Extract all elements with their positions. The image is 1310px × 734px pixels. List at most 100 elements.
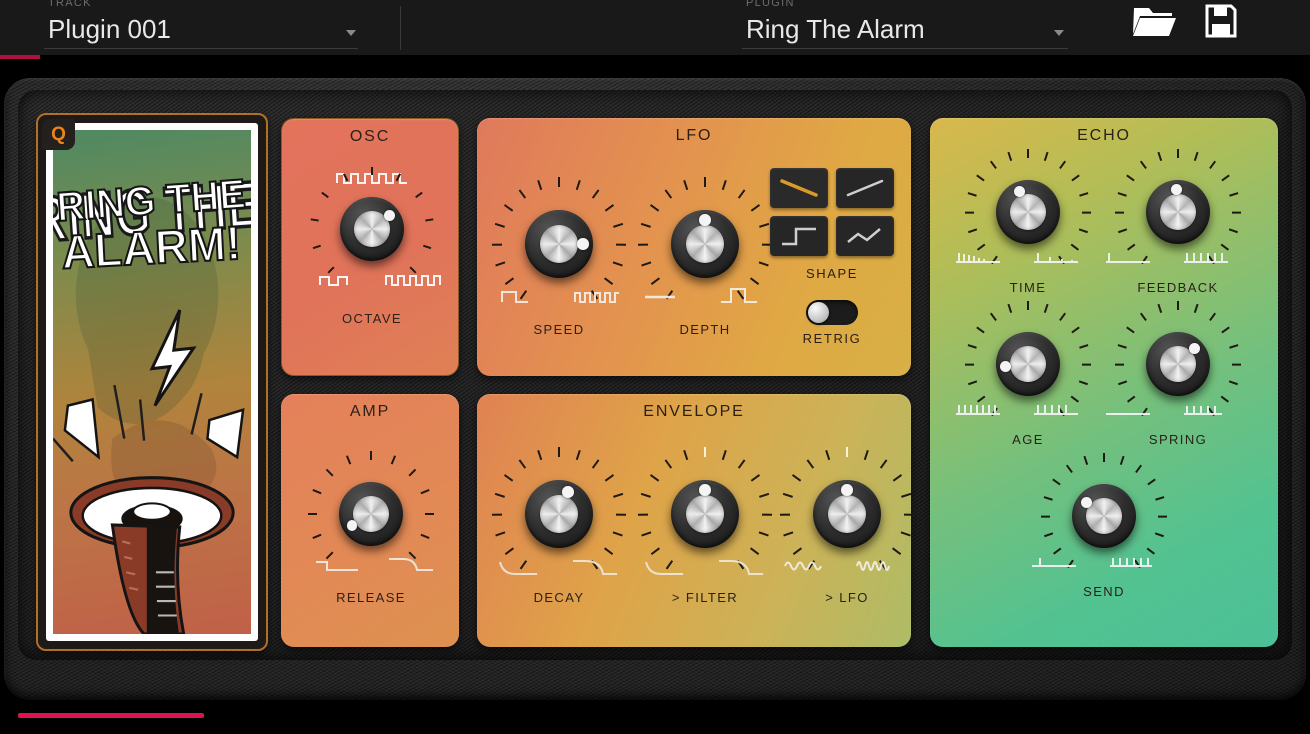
send-knob-indicator [1080, 496, 1092, 508]
artwork-title-b: ALARM! [60, 216, 242, 279]
time-knob-group: TIME [956, 149, 1092, 308]
plugin-label: PLUGIN [746, 0, 795, 9]
chevron-down-icon[interactable] [1054, 30, 1064, 36]
age-knob[interactable] [996, 332, 1060, 396]
retrig-toggle[interactable] [806, 300, 858, 325]
shape-button-square[interactable] [770, 216, 828, 256]
send-knob[interactable] [1072, 484, 1136, 548]
artwork-panel[interactable]: Q RING THE RING THE ALARM! [36, 113, 268, 651]
depth-knob-indicator [699, 214, 711, 226]
depth-knob[interactable] [671, 210, 739, 278]
shape-button-ramp-down[interactable] [770, 168, 828, 208]
octave-knob[interactable] [340, 197, 404, 261]
shape-label: SHAPE [805, 266, 859, 281]
track-label: TRACK [48, 0, 92, 9]
square-wave-low-icon [318, 271, 354, 294]
lfo-amount-label: > LFO [825, 590, 869, 605]
octave-knob-group: OCTAVE [310, 167, 441, 351]
age-knob-indicator [1000, 360, 1012, 372]
track-selector[interactable]: TRACK Plugin 001 [42, 0, 362, 55]
retrig-toggle-knob [808, 302, 829, 323]
lfo-depth-high-icon [855, 556, 901, 581]
echo-title: ECHO [1077, 127, 1131, 144]
feedback-knob[interactable] [1146, 180, 1210, 244]
lfo-panel: LFO SPEED DEPTH SHAPE RETRIG [477, 118, 911, 376]
slow-decay-icon [571, 556, 619, 583]
speed-label: SPEED [533, 322, 585, 337]
echo-panel: ECHO TIME FEEDBACK AGE SPRING SEND [930, 118, 1278, 647]
shape-button-triangle[interactable] [836, 216, 894, 256]
age-label: AGE [1012, 432, 1044, 447]
filter-knob[interactable] [671, 480, 739, 548]
high-age-icon [1032, 402, 1080, 423]
paper-shard-right-icon [206, 407, 245, 460]
long-time-icon [1032, 250, 1080, 271]
decay-knob-indicator [562, 486, 574, 498]
short-time-icon [954, 250, 1002, 271]
fast-decay-icon [497, 558, 539, 583]
lfo-depth-low-icon [783, 556, 829, 581]
chevron-down-icon[interactable] [346, 30, 356, 36]
step-wave-icon [719, 284, 759, 311]
slow-pulse-icon [499, 286, 531, 311]
amp-title: AMP [349, 403, 391, 420]
artwork-image: RING THE RING THE ALARM! [53, 130, 251, 634]
speed-knob-indicator [577, 238, 589, 250]
lfo-amount-knob-group: > LFO [779, 447, 915, 631]
plugin-selector[interactable]: PLUGIN Ring The Alarm [740, 0, 1072, 55]
speed-knob[interactable] [525, 210, 593, 278]
amp-panel: AMP RELEASE [281, 394, 459, 647]
depth-knob-group: DEPTH [637, 177, 773, 361]
time-knob-indicator [1014, 185, 1026, 197]
track-value: Plugin 001 [48, 14, 171, 44]
release-knob[interactable] [339, 482, 403, 546]
decay-knob[interactable] [525, 480, 593, 548]
header-accent-bar [0, 55, 40, 59]
long-release-icon [387, 554, 435, 579]
osc-panel: OSC OCTAVE [281, 118, 459, 376]
feedback-label: FEEDBACK [1137, 280, 1219, 295]
floppy-disk-save-icon[interactable] [1205, 4, 1237, 43]
spring-label: SPRING [1148, 432, 1208, 447]
track-underline [44, 48, 358, 49]
quality-badge[interactable]: Q [42, 119, 75, 150]
spring-knob-indicator [1188, 342, 1200, 354]
lfo-amount-knob[interactable] [813, 480, 881, 548]
short-release-icon [313, 556, 361, 579]
spring-knob-group: SPRING [1106, 301, 1242, 460]
depth-label: DEPTH [679, 322, 731, 337]
lfo-amount-knob-indicator [841, 484, 853, 496]
feedback-knob-group: FEEDBACK [1106, 149, 1242, 308]
retrig-label: RETRIG [802, 331, 862, 346]
low-send-icon [1030, 554, 1078, 575]
flat-line-icon [643, 290, 677, 308]
no-spring-icon [1104, 402, 1152, 423]
time-knob[interactable] [996, 180, 1060, 244]
spring-knob[interactable] [1146, 332, 1210, 396]
release-knob-indicator [346, 520, 358, 532]
artwork-frame: RING THE RING THE ALARM! [46, 123, 258, 641]
folder-open-icon[interactable] [1130, 4, 1176, 43]
envelope-title: ENVELOPE [643, 403, 745, 420]
envelope-panel: ENVELOPE DECAY > FILTER > LFO [477, 394, 915, 647]
speed-knob-group: SPEED [491, 177, 627, 361]
age-knob-group: AGE [956, 301, 1092, 460]
send-label: SEND [1083, 584, 1125, 599]
paper-shard-left-icon [63, 397, 101, 460]
send-knob-group: SEND [1032, 453, 1168, 612]
fast-decay-icon [643, 558, 685, 583]
filter-label: > FILTER [671, 590, 739, 605]
plugin-value: Ring The Alarm [746, 14, 925, 44]
header-divider [400, 6, 401, 50]
square-wave-high-icon [384, 271, 442, 294]
lfo-shape-buttons [770, 168, 894, 256]
shape-button-ramp-up[interactable] [836, 168, 894, 208]
plugin-underline [742, 48, 1068, 49]
low-feedback-icon [1104, 250, 1152, 271]
decay-knob-group: DECAY [491, 447, 627, 631]
release-label: RELEASE [336, 590, 406, 605]
octave-knob-indicator [384, 209, 396, 221]
osc-title: OSC [349, 128, 391, 145]
filter-knob-group: > FILTER [637, 447, 773, 631]
lfo-title: LFO [675, 127, 713, 144]
